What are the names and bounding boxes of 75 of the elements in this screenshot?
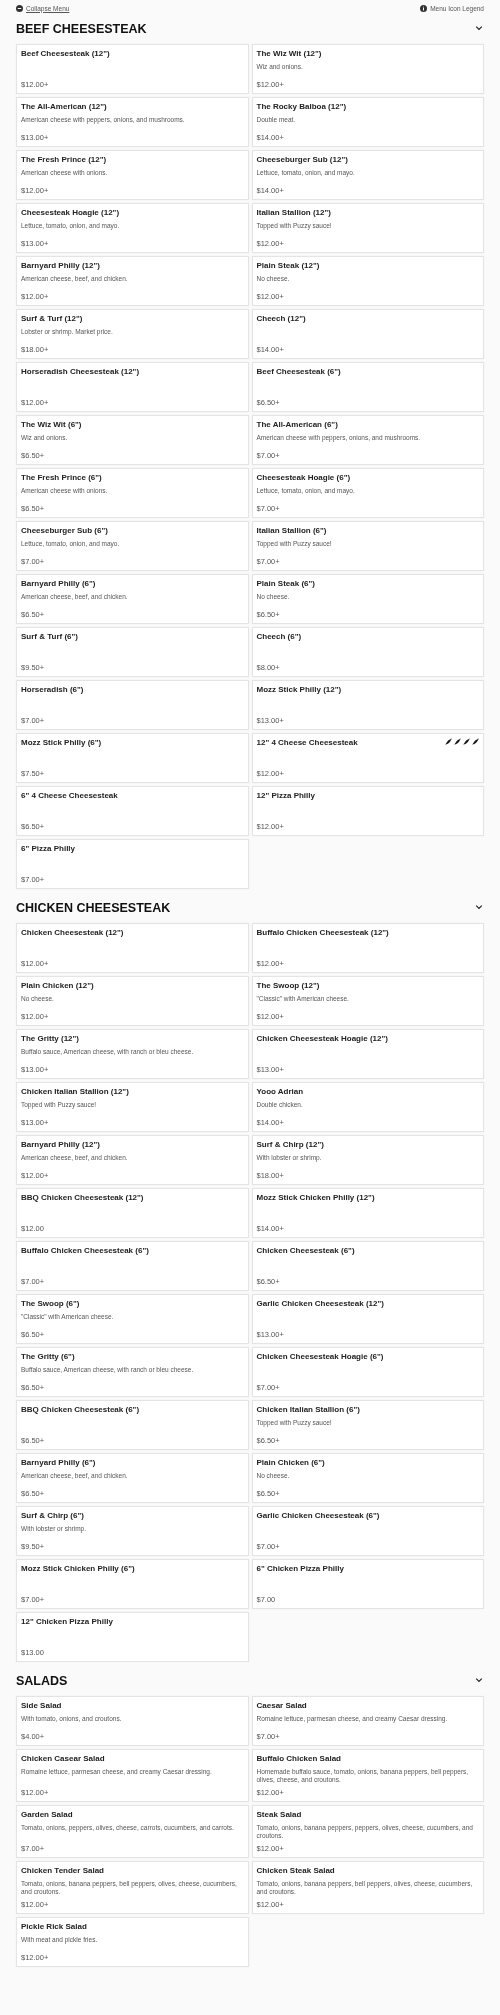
item-name: 12" Chicken Pizza Philly [21, 1617, 113, 1627]
item-name: The Swoop (12") [256, 981, 320, 991]
item-name: Italian Stallion (6") [256, 526, 327, 536]
item-name: Surf & Turf (12") [21, 314, 83, 324]
item-name: The All-American (6") [256, 420, 338, 430]
item-name: Side Salad [21, 1701, 62, 1711]
item-name: 6" Chicken Pizza Philly [256, 1564, 344, 1574]
item-name: Chicken Italian Stallion (6") [256, 1405, 360, 1415]
item-name: Steak Salad [256, 1810, 302, 1820]
item-name: Chicken Steak Salad [256, 1866, 335, 1876]
item-name: Garlic Chicken Cheesesteak (6") [256, 1511, 380, 1521]
item-name: Barnyard Philly (6") [21, 579, 96, 589]
minus-circle-icon [16, 4, 23, 12]
item-name: Chicken Italian Stallion (12") [21, 1087, 129, 1097]
item-name: Cheesesteak Hoagie (6") [256, 473, 351, 483]
item-name: Plain Chicken (12") [21, 981, 94, 991]
item-name: Buffalo Chicken Cheesesteak (12") [256, 928, 389, 938]
item-name: Cheeseburger Sub (12") [256, 155, 348, 165]
item-name: The Gritty (12") [21, 1034, 80, 1044]
item-name: Buffalo Chicken Cheesesteak (6") [21, 1246, 149, 1256]
item-name: Buffalo Chicken Salad [256, 1754, 341, 1764]
item-name: Caesar Salad [256, 1701, 307, 1711]
item-name: Horseradish (6") [21, 685, 84, 695]
item-name: Cheeseburger Sub (6") [21, 526, 108, 536]
item-name: Plain Steak (6") [256, 579, 315, 589]
item-name: The All-American (12") [21, 102, 107, 112]
item-name: Beef Cheesesteak (12") [21, 49, 110, 59]
chevron-down-icon[interactable] [475, 24, 483, 32]
item-name: The Swoop (6") [21, 1299, 80, 1309]
item-name: Cheech (12") [256, 314, 306, 324]
item-name: The Fresh Prince (6") [21, 473, 102, 483]
item-name: 6" Pizza Philly [21, 844, 76, 854]
section-heading: CHICKEN CHEESESTEAK [16, 900, 171, 917]
chevron-down-icon[interactable] [475, 1676, 483, 1684]
item-name: Barnyard Philly (12") [21, 1140, 100, 1150]
item-name: Barnyard Philly (12") [21, 261, 100, 271]
section-heading: BEEF CHEESESTEAK [16, 21, 147, 38]
item-name: Mozz Stick Philly (12") [256, 685, 342, 695]
item-name: The Wiz Wit (6") [21, 420, 82, 430]
section-heading: SALADS [16, 1673, 68, 1690]
item-name: Mozz Stick Chicken Philly (6") [21, 1564, 135, 1574]
item-name: Barnyard Philly (6") [21, 1458, 96, 1468]
chevron-down-icon[interactable] [475, 903, 483, 911]
item-name: Chicken Cheesesteak (6") [256, 1246, 355, 1256]
item-name: 12" Pizza Philly [256, 791, 315, 801]
item-name: Chicken Tender Salad [21, 1866, 104, 1876]
item-name: Italian Stallion (12") [256, 208, 331, 218]
item-name: The Gritty (6") [21, 1352, 75, 1362]
item-name: The Fresh Prince (12") [21, 155, 107, 165]
item-name: Chicken Cheesesteak (12") [21, 928, 124, 938]
item-name: Mozz Stick Philly (6") [21, 738, 102, 748]
item-name: Plain Chicken (6") [256, 1458, 325, 1468]
item-name: The Wiz Wit (12") [256, 49, 322, 59]
item-name: Horseradish Cheesesteak (12") [21, 367, 140, 377]
item-name: Surf & Chirp (12") [256, 1140, 324, 1150]
item-name: Chicken Casear Salad [21, 1754, 105, 1764]
item-name: BBQ Chicken Cheesesteak (6") [21, 1405, 140, 1415]
item-name: Garlic Chicken Cheesesteak (12") [256, 1299, 384, 1309]
item-name: Yooo Adrian [256, 1087, 304, 1097]
item-name: Chicken Cheesesteak Hoagie (12") [256, 1034, 388, 1044]
item-name: Surf & Turf (6") [21, 632, 78, 642]
item-name: Cheesesteak Hoagie (12") [21, 208, 120, 218]
item-name: Chicken Cheesesteak Hoagie (6") [256, 1352, 384, 1362]
item-name: Plain Steak (12") [256, 261, 320, 271]
info-icon [420, 4, 428, 12]
item-name: 12" 4 Cheese Cheesesteak [256, 738, 358, 748]
item-name: Beef Cheesesteak (6") [256, 367, 341, 377]
item-name: Pickle Rick Salad [21, 1922, 87, 1932]
item-name: Mozz Stick Chicken Philly (12") [256, 1193, 375, 1203]
item-name: 6" 4 Cheese Cheesesteak [21, 791, 118, 801]
item-name: Cheech (6") [256, 632, 302, 642]
item-name: BBQ Chicken Cheesesteak (12") [21, 1193, 144, 1203]
item-name: Surf & Chirp (6") [21, 1511, 84, 1521]
item-name: Garden Salad [21, 1810, 73, 1820]
item-name: The Rocky Balboa (12") [256, 102, 347, 112]
